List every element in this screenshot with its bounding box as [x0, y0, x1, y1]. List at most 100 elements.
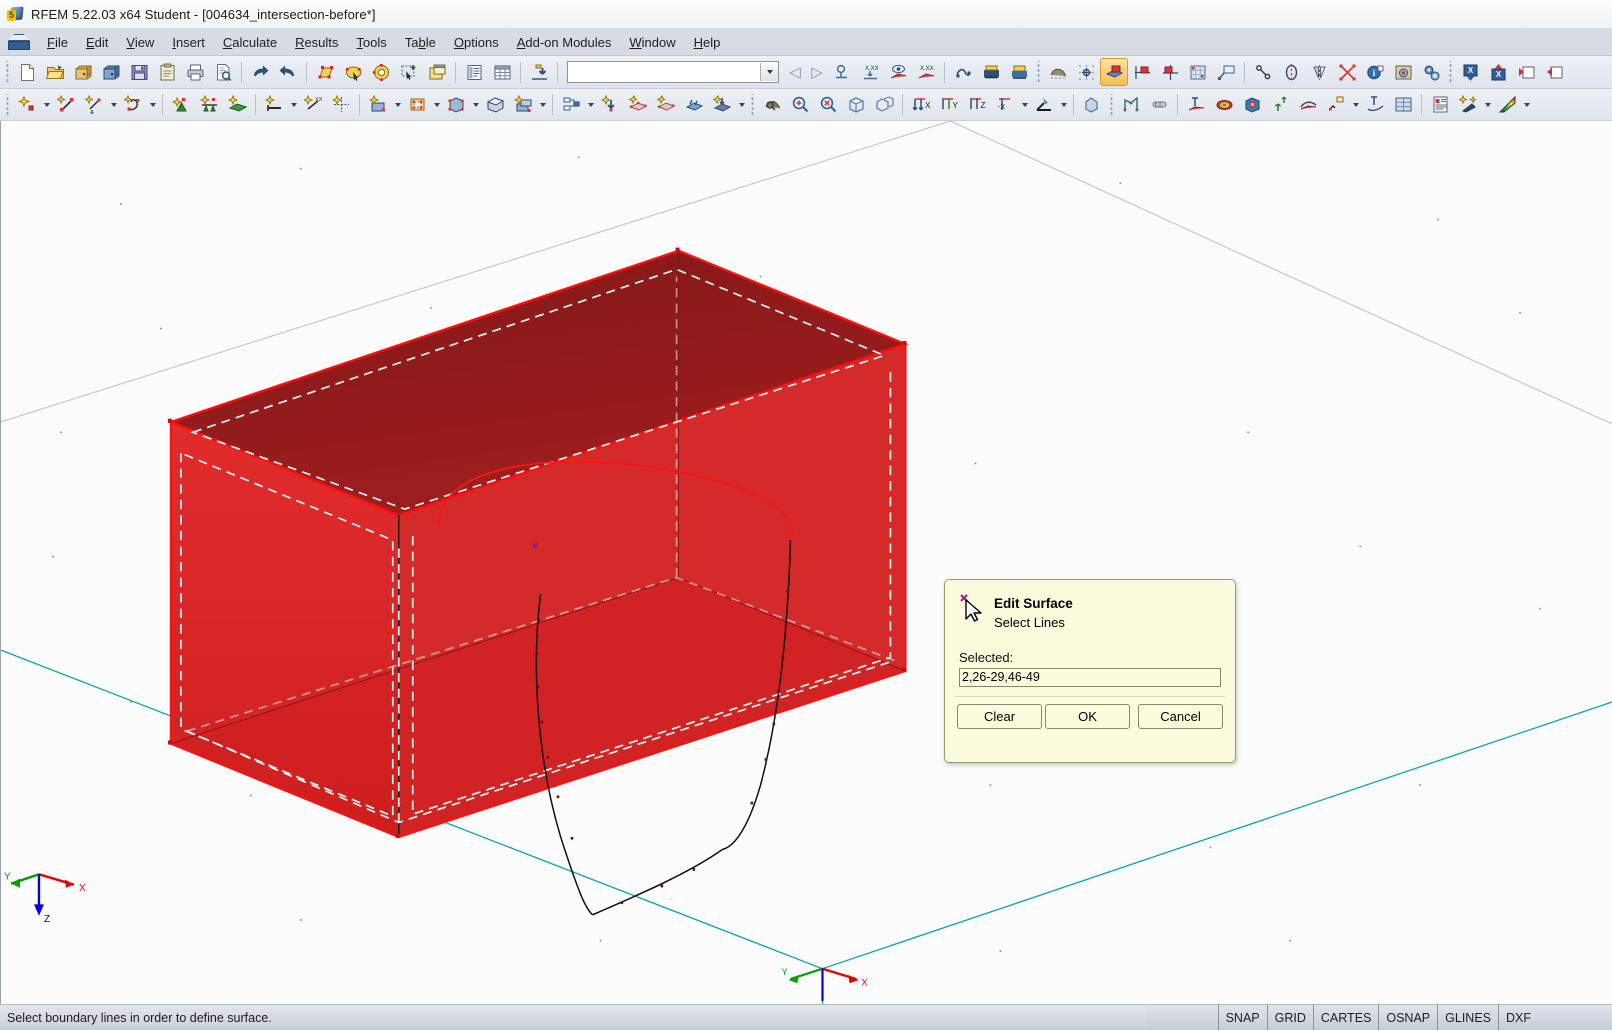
toolbar-grip[interactable] [749, 93, 756, 116]
chevron-down-icon[interactable] [470, 92, 481, 118]
new-nodal-load-icon[interactable] [596, 91, 624, 119]
clear-button[interactable]: Clear [957, 704, 1042, 729]
snap-settings-icon[interactable] [1212, 58, 1240, 86]
chevron-down-icon[interactable] [1482, 92, 1493, 118]
load-case-combo[interactable] [567, 61, 779, 83]
redo-icon[interactable] [274, 58, 302, 86]
import-load-icon[interactable] [525, 58, 553, 86]
rotate-view-icon[interactable] [1078, 91, 1106, 119]
prev-load-case-icon[interactable]: ◁ [784, 63, 806, 81]
settings-gears-icon[interactable] [1417, 58, 1445, 86]
chevron-down-icon[interactable] [392, 92, 403, 118]
chevron-down-icon[interactable] [147, 92, 158, 118]
import-red-icon[interactable] [1512, 58, 1540, 86]
visual-effects-icon[interactable] [1454, 91, 1482, 119]
deformation-value-icon[interactable]: X.XX [856, 58, 884, 86]
menu-item-insert[interactable]: Insert [163, 32, 214, 53]
menu-item-results[interactable]: Results [286, 32, 347, 53]
menu-item-window[interactable]: Window [620, 32, 684, 53]
support-reactions-icon[interactable] [1266, 91, 1294, 119]
copy-window-icon[interactable] [423, 58, 451, 86]
selected-lines-input[interactable]: 2,26-29,46-49 [959, 668, 1221, 687]
toolbar-grip[interactable] [4, 61, 11, 83]
export-red-icon[interactable] [1540, 58, 1568, 86]
solid-results-icon[interactable] [1238, 91, 1266, 119]
menu-item-addon-modules[interactable]: Add-on Modules [508, 32, 621, 53]
new-member-load-icon[interactable] [624, 91, 652, 119]
chevron-down-icon[interactable] [736, 92, 747, 118]
chevron-down-icon[interactable] [1019, 92, 1030, 118]
new-load-case-icon[interactable] [557, 91, 585, 119]
deformation-diagram-icon[interactable] [1182, 91, 1210, 119]
menu-item-calculate[interactable]: Calculate [214, 32, 286, 53]
mirror-plane-icon[interactable] [1305, 58, 1333, 86]
new-polyline-icon[interactable] [119, 91, 147, 119]
surface-results-icon[interactable] [1210, 91, 1238, 119]
new-solid-contact-icon[interactable] [481, 91, 509, 119]
next-load-case-icon[interactable]: ▷ [806, 63, 828, 81]
render-object-icon[interactable] [758, 91, 786, 119]
work-plane-yz-icon[interactable] [1128, 58, 1156, 86]
cancel-button[interactable]: Cancel [1138, 704, 1223, 729]
open-folder-icon[interactable] [41, 58, 69, 86]
model-viewport[interactable]: X Y Z X Y Edit Surface Select Lines Sele… [0, 121, 1612, 1004]
table-grid-icon[interactable] [488, 58, 516, 86]
new-member-icon[interactable] [260, 91, 288, 119]
open-archive-icon[interactable] [69, 58, 97, 86]
save-as-archive-icon[interactable] [97, 58, 125, 86]
new-surface-load-icon[interactable] [680, 91, 708, 119]
info-object-icon[interactable]: i [1361, 58, 1389, 86]
print-icon[interactable] [181, 58, 209, 86]
toolbar-grip[interactable] [4, 93, 11, 116]
chevron-down-icon[interactable] [1058, 92, 1069, 118]
menu-item-edit[interactable]: Edit [77, 32, 117, 53]
ok-button[interactable]: OK [1045, 704, 1130, 729]
menu-item-table[interactable]: Table [396, 32, 445, 53]
new-dimension-line-icon[interactable] [80, 91, 108, 119]
new-file-icon[interactable] [13, 58, 41, 86]
view-z-axis-icon[interactable]: Z [963, 91, 991, 119]
edit-surface-dialog[interactable]: Edit Surface Select Lines Selected: 2,26… [944, 579, 1236, 763]
menu-item-help[interactable]: Help [685, 32, 730, 53]
result-value-icon[interactable]: X.XX [912, 58, 940, 86]
new-surface-icon[interactable] [364, 91, 392, 119]
zoom-out-icon[interactable] [814, 91, 842, 119]
save-floppy-icon[interactable] [125, 58, 153, 86]
status-osnap[interactable]: OSNAP [1378, 1005, 1439, 1030]
menu-item-tools[interactable]: Tools [347, 32, 395, 53]
view-y-axis-icon[interactable]: Y [935, 91, 963, 119]
chevron-down-icon[interactable] [1521, 92, 1532, 118]
work-plane-xy-icon[interactable] [1100, 58, 1128, 86]
solid-box-model[interactable] [170, 250, 906, 837]
status-glines[interactable]: GLINES [1437, 1005, 1499, 1030]
undo-icon[interactable] [246, 58, 274, 86]
toolbar-grip[interactable] [1035, 61, 1042, 83]
print-preview-icon[interactable] [209, 58, 237, 86]
menu-item-options[interactable]: Options [445, 32, 508, 53]
work-plane-xz-icon[interactable] [1156, 58, 1184, 86]
zoom-in-icon[interactable] [786, 91, 814, 119]
chevron-down-icon[interactable] [537, 92, 548, 118]
node-grid-icon[interactable] [1072, 58, 1100, 86]
menu-item-file[interactable]: File [38, 32, 77, 53]
camera-icon[interactable] [1389, 58, 1417, 86]
view-x-axis-icon[interactable]: X [907, 91, 935, 119]
grid-settings-icon[interactable] [1184, 58, 1212, 86]
mirror-axis-icon[interactable] [1277, 58, 1305, 86]
new-nodal-support-icon[interactable] [167, 91, 195, 119]
mesh-refine-icon[interactable] [1145, 91, 1173, 119]
chevron-down-icon[interactable] [108, 92, 119, 118]
edit-surface-icon[interactable] [311, 58, 339, 86]
clipboard-icon[interactable] [153, 58, 181, 86]
export-excel-in-icon[interactable]: X [1456, 58, 1484, 86]
status-snap[interactable]: SNAP [1217, 1005, 1268, 1030]
chevron-down-icon[interactable] [41, 92, 52, 118]
select-region-icon[interactable] [339, 58, 367, 86]
new-node-icon[interactable] [13, 91, 41, 119]
new-surface-set-icon[interactable] [509, 91, 537, 119]
zoom-window-icon[interactable] [870, 91, 898, 119]
view-negative-x-axis-icon[interactable]: -X [991, 91, 1019, 119]
chevron-down-icon[interactable] [585, 92, 596, 118]
support-reaction-icon[interactable] [828, 58, 856, 86]
printout-report-icon[interactable] [1426, 91, 1454, 119]
